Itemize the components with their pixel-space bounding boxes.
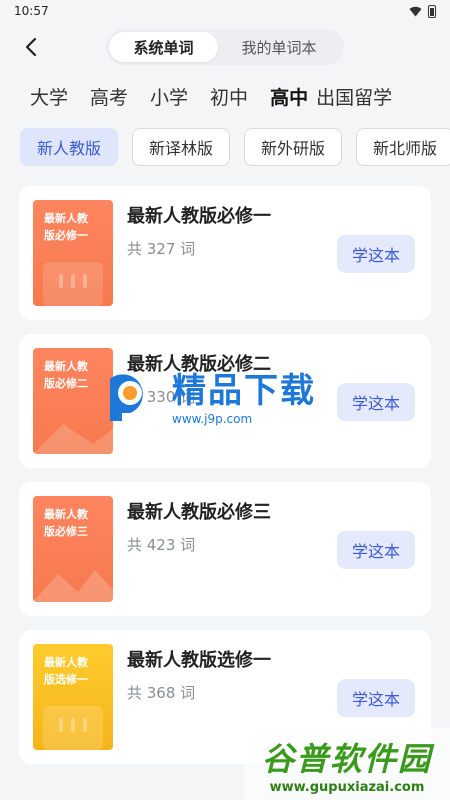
cover-decoration-icon bbox=[33, 570, 113, 602]
learn-button[interactable]: 学这本 bbox=[337, 531, 415, 569]
status-time: 10:57 bbox=[14, 4, 49, 18]
category-tab-primary[interactable]: 小学 bbox=[150, 83, 188, 110]
cover-text-line2: 版必修三 bbox=[44, 525, 88, 538]
segmented-control: 系统单词 我的单词本 bbox=[106, 29, 344, 65]
cover-text-line1: 最新人教 bbox=[44, 508, 88, 521]
learn-button[interactable]: 学这本 bbox=[337, 679, 415, 717]
book-title: 最新人教版必修三 bbox=[127, 502, 271, 523]
book-title: 最新人教版必修一 bbox=[127, 206, 271, 227]
book-title: 最新人教版选修一 bbox=[127, 650, 271, 671]
learn-button[interactable]: 学这本 bbox=[337, 235, 415, 273]
tab-system-words[interactable]: 系统单词 bbox=[109, 32, 218, 62]
chevron-left-icon bbox=[25, 37, 37, 57]
category-tab-university[interactable]: 大学 bbox=[30, 83, 68, 110]
book-cover: 最新人教 版选修一 bbox=[33, 644, 113, 750]
version-chip-fltrp[interactable]: 新外研版 bbox=[244, 128, 343, 166]
category-tabs: 大学 高考 小学 初中 高中 出国留学 bbox=[0, 72, 450, 120]
book-cover: 最新人教 版必修三 bbox=[33, 496, 113, 602]
status-icons bbox=[409, 4, 436, 18]
version-chip-bnu[interactable]: 新北师版 bbox=[356, 128, 450, 166]
back-button[interactable] bbox=[18, 34, 44, 60]
tab-my-wordbook[interactable]: 我的单词本 bbox=[218, 32, 341, 62]
cover-decoration-icon bbox=[43, 706, 103, 750]
version-chip-pep[interactable]: 新人教版 bbox=[20, 128, 119, 166]
book-card[interactable]: 最新人教 版必修三 最新人教版必修三 共 423 词 学这本 bbox=[19, 482, 431, 616]
watermark-p-icon bbox=[110, 374, 143, 421]
category-tab-gaokao[interactable]: 高考 bbox=[90, 83, 128, 110]
wifi-icon bbox=[409, 6, 422, 16]
cover-text-line1: 最新人教 bbox=[44, 656, 88, 669]
cover-text-line1: 最新人教 bbox=[44, 212, 88, 225]
header: 系统单词 我的单词本 bbox=[0, 22, 450, 72]
cover-text-line2: 版选修一 bbox=[44, 673, 88, 686]
version-chip-yilin[interactable]: 新译林版 bbox=[132, 128, 231, 166]
watermark-corner-url: www.gupuxiazai.com bbox=[269, 779, 425, 795]
watermark-url: www.j9p.com bbox=[172, 411, 253, 426]
book-list: 最新人教 版必修一 最新人教版必修一 共 327 词 学这本 最新人教 版必修二… bbox=[0, 176, 450, 764]
battery-icon bbox=[428, 4, 436, 18]
book-cover: 最新人教 版必修一 bbox=[33, 200, 113, 306]
category-tab-abroad[interactable]: 出国留学 bbox=[316, 83, 392, 110]
watermark-logo: 精品下载 www.j9p.com bbox=[98, 356, 358, 432]
category-tab-junior[interactable]: 初中 bbox=[210, 83, 248, 110]
watermark-title: 精品下载 bbox=[172, 370, 316, 411]
book-card[interactable]: 最新人教 版必修一 最新人教版必修一 共 327 词 学这本 bbox=[19, 186, 431, 320]
version-chips: 新人教版 新译林版 新外研版 新北师版 bbox=[0, 120, 450, 176]
status-bar: 10:57 bbox=[0, 0, 450, 22]
watermark-corner: 谷普软件园 www.gupuxiazai.com bbox=[244, 728, 450, 800]
watermark-corner-title: 谷普软件园 bbox=[261, 739, 432, 778]
category-tab-senior[interactable]: 高中 bbox=[270, 83, 308, 110]
cover-decoration-icon bbox=[43, 262, 103, 306]
cover-text-line2: 版必修一 bbox=[44, 229, 88, 242]
